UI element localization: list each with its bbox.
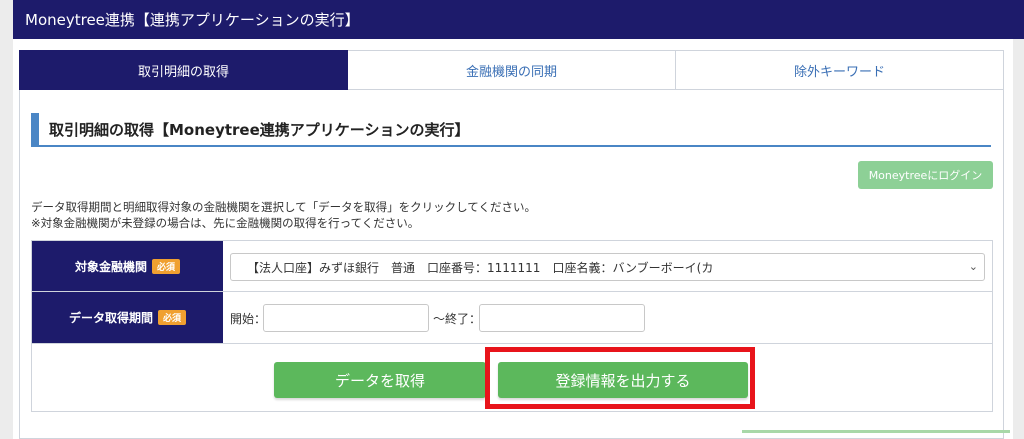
main-panel: 取引明細の取得 金融機関の同期 除外キーワード 取引明細の取得【Moneytre…	[13, 39, 1013, 439]
description: データ取得期間と明細取得対象の金融機関を選択して「データを取得」をクリックしてく…	[31, 199, 536, 231]
start-date-label: 開始：	[230, 312, 267, 326]
form-row-period: データ取得期間 必須 開始： ～終了：	[32, 292, 992, 344]
tab-excluded-keywords[interactable]: 除外キーワード	[676, 50, 1004, 90]
page-title: Moneytree連携【連携アプリケーションの実行】	[25, 11, 360, 29]
chevron-down-icon: ⌄	[968, 260, 978, 273]
fetch-data-button[interactable]: データを取得	[274, 362, 486, 398]
tab-bar: 取引明細の取得 金融機関の同期 除外キーワード	[19, 50, 1004, 90]
moneytree-login-button[interactable]: Moneytreeにログイン	[858, 161, 993, 189]
form-row-institution: 対象金融機関 必須 【法人口座】みずほ銀行 普通 口座番号：1111111 口座…	[32, 241, 992, 292]
institution-label-cell: 対象金融機関 必須	[32, 241, 223, 291]
period-label-cell: データ取得期間 必須	[32, 292, 223, 343]
end-date-label: ～終了：	[433, 312, 482, 326]
end-date-input[interactable]	[479, 304, 645, 332]
section-title: 取引明細の取得【Moneytree連携アプリケーションの実行】	[31, 113, 991, 147]
tab-content: 取引明細の取得【Moneytree連携アプリケーションの実行】 Moneytre…	[19, 90, 1004, 439]
tab-transactions[interactable]: 取引明細の取得	[19, 50, 348, 90]
description-line: ※対象金融機関が未登録の場合は、先に金融機関の取得を行ってください。	[31, 216, 420, 230]
fetch-form: 対象金融機関 必須 【法人口座】みずほ銀行 普通 口座番号：1111111 口座…	[31, 240, 993, 412]
period-label: データ取得期間	[68, 311, 153, 325]
institution-select[interactable]: 【法人口座】みずほ銀行 普通 口座番号：1111111 口座名義：バンブーボーイ…	[230, 253, 985, 281]
institution-value-cell: 【法人口座】みずほ銀行 普通 口座番号：1111111 口座名義：バンブーボーイ…	[223, 241, 992, 291]
description-line: データ取得期間と明細取得対象の金融機関を選択して「データを取得」をクリックしてく…	[31, 200, 536, 214]
tab-institution-sync[interactable]: 金融機関の同期	[348, 50, 676, 90]
institution-selected-value: 【法人口座】みずほ銀行 普通 口座番号：1111111 口座名義：バンブーボーイ…	[247, 260, 714, 275]
institution-label: 対象金融機関	[74, 259, 147, 274]
period-value-cell: 開始： ～終了：	[223, 292, 992, 343]
page-header: Moneytree連携【連携アプリケーションの実行】	[13, 0, 1024, 39]
form-actions: データを取得 登録情報を出力する	[32, 344, 992, 411]
export-registration-button[interactable]: 登録情報を出力する	[498, 362, 748, 398]
required-badge: 必須	[158, 310, 187, 325]
required-badge: 必須	[152, 258, 181, 274]
start-date-input[interactable]	[263, 304, 429, 332]
